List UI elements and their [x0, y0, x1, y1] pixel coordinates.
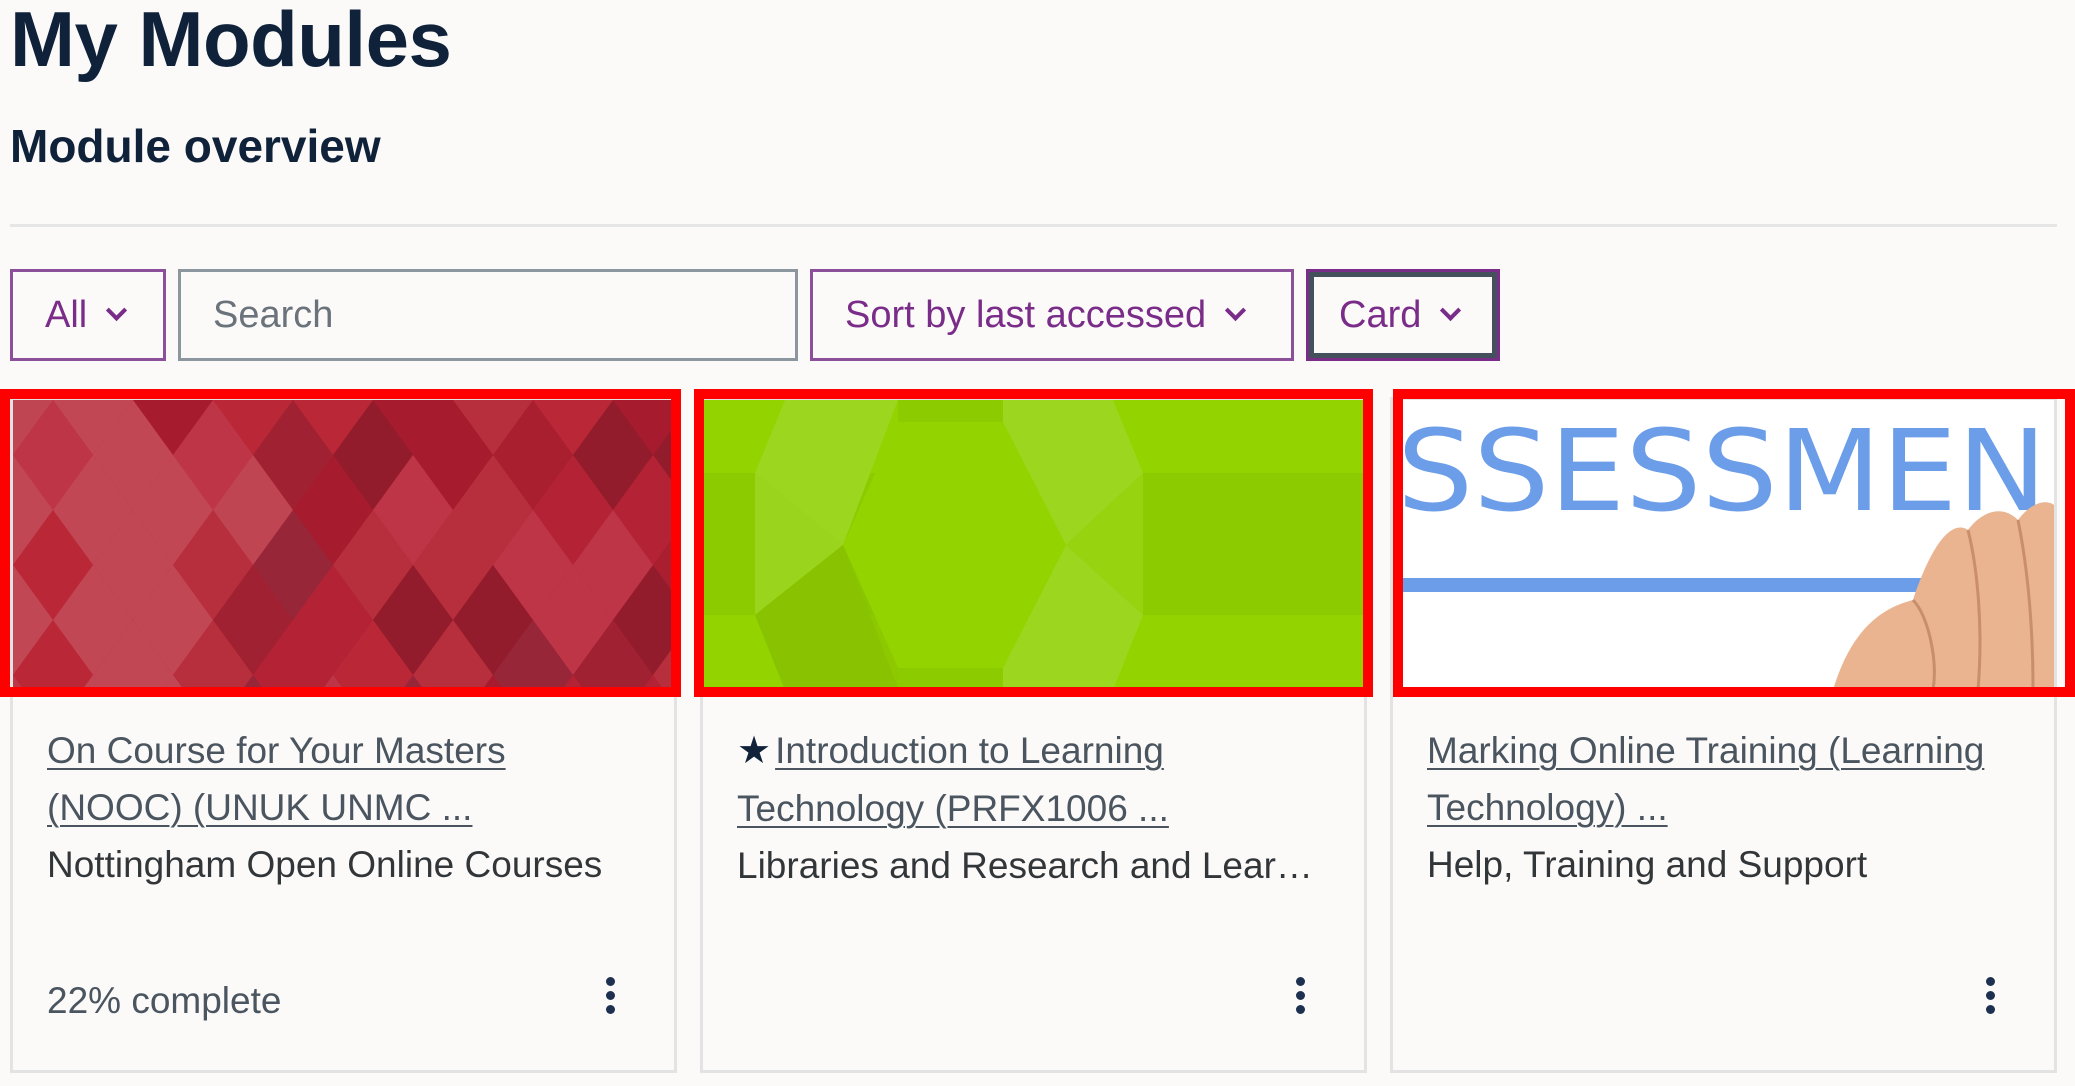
grouping-filter-label: All	[45, 293, 88, 336]
view-mode-dropdown[interactable]: Card	[1306, 269, 1500, 361]
divider	[10, 224, 2057, 227]
search-field[interactable]	[178, 269, 798, 361]
course-progress-text: 22% complete	[47, 980, 282, 1021]
sort-dropdown[interactable]: Sort by last accessed	[810, 269, 1294, 361]
assessment-handwriting-image: SSESSMEN	[1393, 400, 2054, 690]
section-title: Module overview	[10, 120, 381, 172]
course-category: Nottingham Open Online Courses	[47, 844, 603, 885]
green-hexagon-pattern-image	[703, 400, 1364, 690]
chevron-down-icon	[1440, 299, 1462, 321]
grouping-filter-dropdown[interactable]: All	[10, 269, 166, 361]
course-category: Help, Training and Support	[1427, 844, 1868, 885]
course-card: SSESSMEN Marking Online Training (Learni…	[1390, 397, 2057, 1073]
chevron-down-icon	[1225, 299, 1247, 321]
course-image-assessment[interactable]: SSESSMEN	[1393, 400, 2054, 690]
course-category: Libraries and Research and Learning Reso…	[737, 845, 1330, 886]
course-title-link[interactable]: ★ Introduction to Learning Technology (PR…	[737, 722, 1330, 837]
three-dots-vertical-icon[interactable]	[1975, 970, 2005, 1020]
view-mode-label: Card	[1339, 293, 1422, 336]
red-diamond-pattern-image	[13, 400, 674, 690]
chevron-down-icon	[106, 299, 128, 321]
course-card: ★ Introduction to Learning Technology (PR…	[700, 397, 1367, 1073]
page-title: My Modules	[10, 0, 452, 83]
sort-label: Sort by last accessed	[845, 293, 1207, 336]
course-image-green-pattern[interactable]	[703, 400, 1364, 690]
search-input[interactable]	[181, 272, 795, 358]
assessment-image-text: SSESSMEN	[1397, 407, 2047, 537]
star-icon: ★	[737, 730, 772, 772]
three-dots-vertical-icon[interactable]	[595, 970, 625, 1020]
three-dots-vertical-icon[interactable]	[1285, 970, 1315, 1020]
course-image-red-pattern[interactable]	[13, 400, 674, 690]
course-title-link[interactable]: On Course for Your Masters (NOOC) (UNUK …	[47, 722, 640, 836]
course-title-link[interactable]: Marking Online Training (Learning Techno…	[1427, 722, 2020, 836]
course-card: On Course for Your Masters (NOOC) (UNUK …	[10, 397, 677, 1073]
